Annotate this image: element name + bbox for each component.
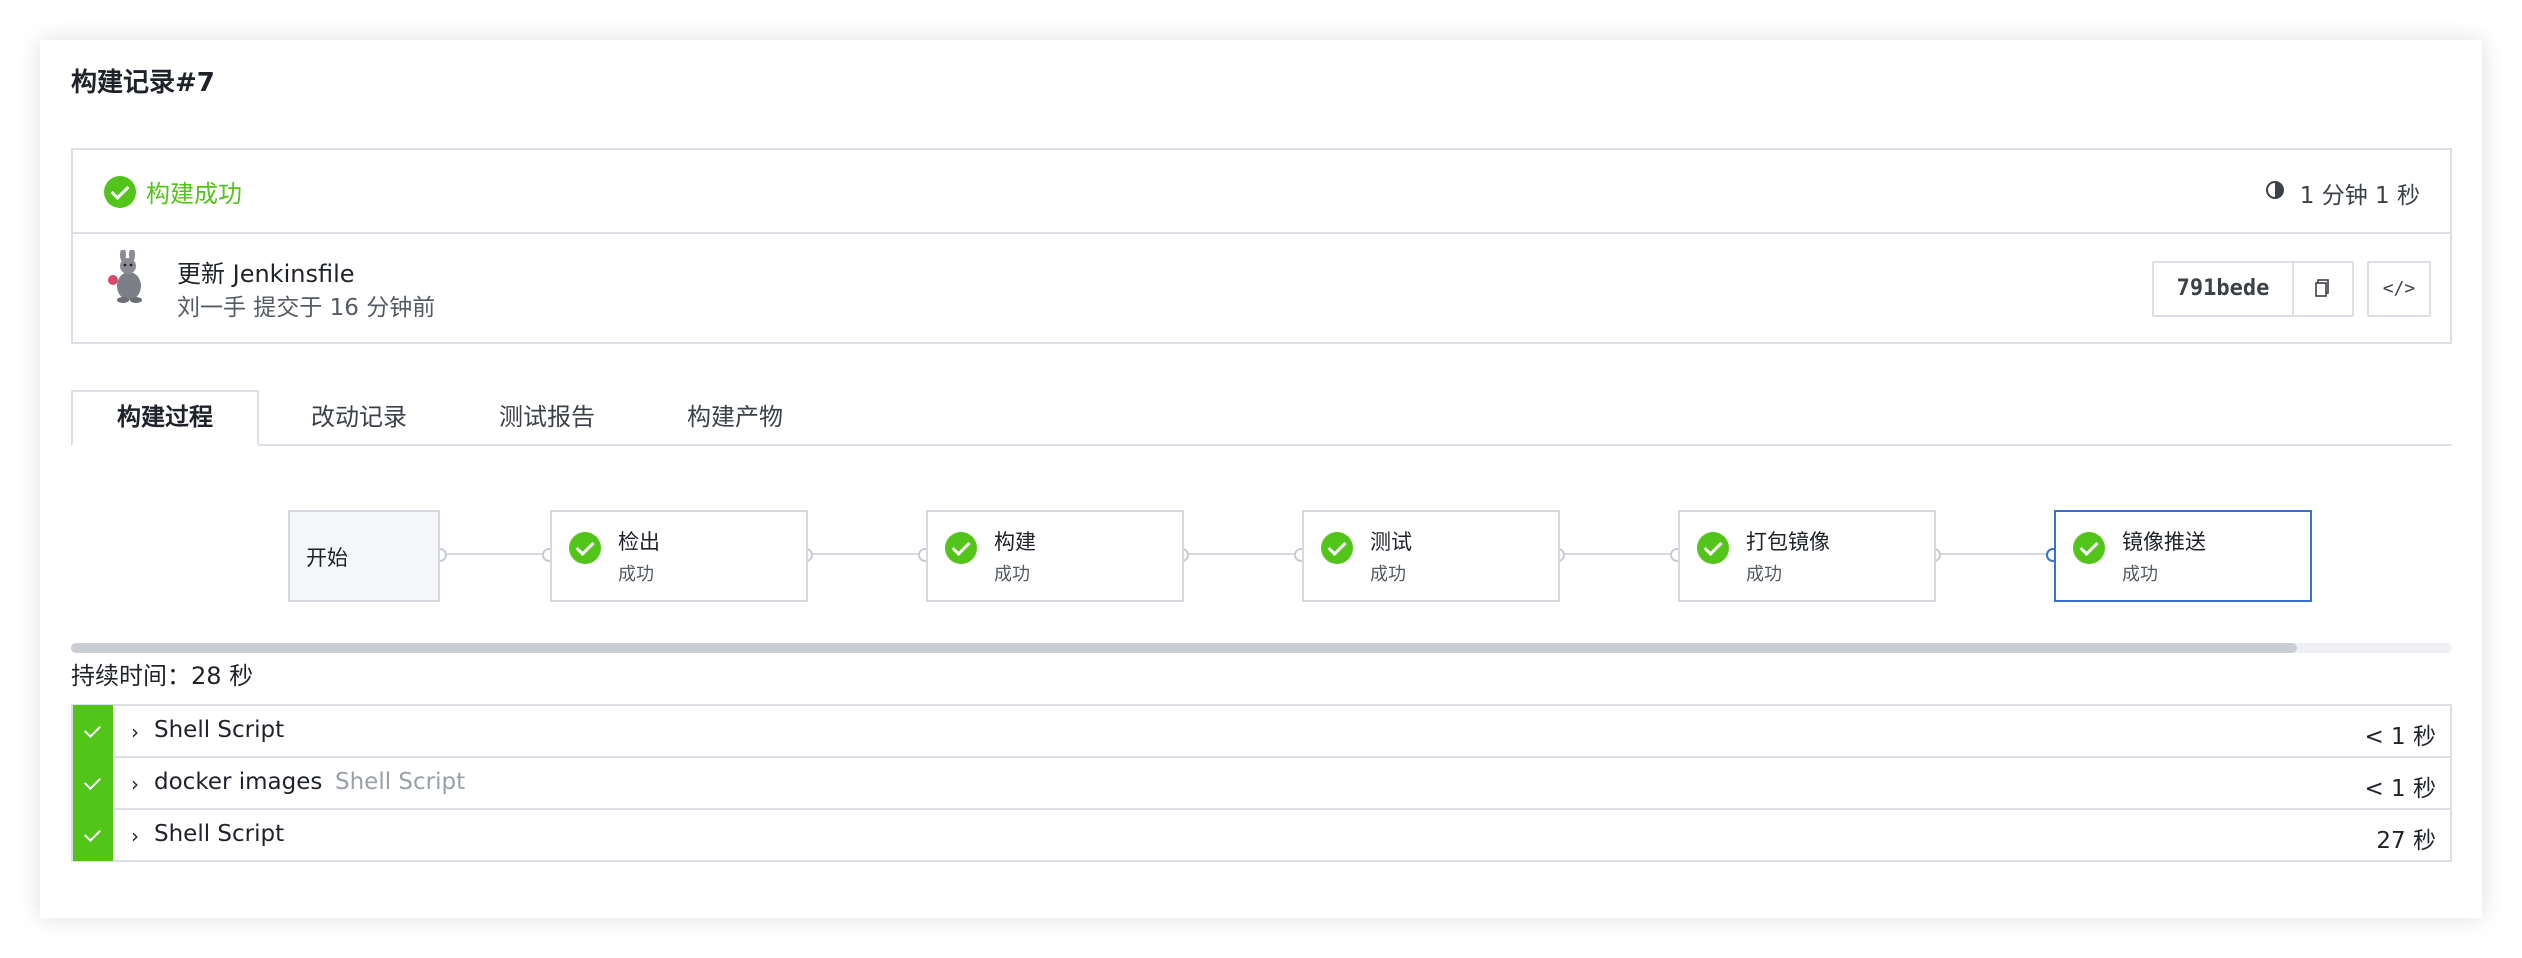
copy-sha-button[interactable] [2294, 263, 2352, 315]
chevron-right-icon: › [131, 772, 139, 796]
stage-status: 成功 [2122, 564, 2158, 585]
chevron-right-icon: › [131, 720, 139, 744]
stage-start[interactable]: 开始 [288, 510, 440, 602]
check-circle-icon [1697, 532, 1729, 564]
view-code-button[interactable]: </> [2367, 261, 2431, 317]
stage-name: 镜像推送 [2122, 530, 2206, 554]
stage-checkout[interactable]: 检出 成功 [550, 510, 808, 602]
build-tabs: 构建过程 改动记录 测试报告 构建产物 [71, 390, 2452, 446]
step-time: 27 秒 [2376, 828, 2436, 854]
clock-icon [2266, 181, 2284, 199]
stage-start-label: 开始 [306, 546, 348, 570]
step-row[interactable]: › Shell Script < 1 秒 [73, 705, 2450, 758]
pipeline-connector [1182, 553, 1302, 555]
tab-changes[interactable]: 改动记录 [295, 390, 423, 444]
step-name: Shell Script [154, 821, 285, 847]
rabbit-avatar [108, 250, 142, 303]
pipeline-scrollbar[interactable] [71, 643, 2452, 653]
stage-name: 测试 [1370, 530, 1412, 554]
step-time: < 1 秒 [2364, 724, 2436, 750]
build-status-label: 构建成功 [146, 180, 242, 208]
check-circle-icon [945, 532, 977, 564]
step-success-icon [73, 705, 113, 757]
step-success-icon [73, 809, 113, 861]
step-type: Shell Script [335, 769, 466, 795]
page-title: 构建记录#7 [71, 68, 215, 98]
stage-test[interactable]: 测试 成功 [1302, 510, 1560, 602]
step-row[interactable]: › Shell Script 27 秒 [73, 809, 2450, 861]
step-success-icon [73, 757, 113, 809]
stage-push-image[interactable]: 镜像推送 成功 [2054, 510, 2312, 602]
tab-build-process[interactable]: 构建过程 [71, 390, 259, 446]
stage-name: 检出 [618, 530, 660, 554]
step-name: docker images [154, 769, 323, 795]
stage-status: 成功 [1746, 564, 1782, 585]
tab-artifacts[interactable]: 构建产物 [671, 390, 799, 444]
stage-build[interactable]: 构建 成功 [926, 510, 1184, 602]
commit-sha-group: 791bede [2152, 261, 2354, 317]
pipeline-connector [806, 553, 926, 555]
pipeline-connector [1934, 553, 2054, 555]
stage-status: 成功 [1370, 564, 1406, 585]
build-record-card: 构建记录#7 构建成功 1 分钟 1 秒 更新 Jenkinsfile 刘一手 … [40, 40, 2482, 918]
commit-sha: 791bede [2154, 263, 2294, 315]
check-circle-icon [2073, 532, 2105, 564]
copy-icon [2315, 279, 2329, 297]
pipeline-connector [1558, 553, 1678, 555]
tab-test-report[interactable]: 测试报告 [483, 390, 611, 444]
step-list: › Shell Script < 1 秒 › docker images She… [71, 704, 2452, 862]
stage-status: 成功 [994, 564, 1030, 585]
scrollbar-thumb[interactable] [71, 643, 2297, 653]
stage-duration: 持续时间：28 秒 [71, 662, 254, 690]
build-duration: 1 分钟 1 秒 [2299, 183, 2420, 209]
step-row[interactable]: › docker images Shell Script < 1 秒 [73, 757, 2450, 810]
stage-name: 构建 [994, 530, 1036, 554]
pipeline-connector [440, 553, 550, 555]
code-icon: </> [2382, 278, 2416, 299]
chevron-right-icon: › [131, 824, 139, 848]
commit-message: 更新 Jenkinsfile [177, 260, 355, 288]
step-name: Shell Script [154, 717, 285, 743]
check-circle-icon [104, 176, 136, 208]
stage-package-image[interactable]: 打包镜像 成功 [1678, 510, 1936, 602]
build-summary: 构建成功 1 分钟 1 秒 更新 Jenkinsfile 刘一手 提交于 16 … [71, 148, 2452, 344]
step-time: < 1 秒 [2364, 776, 2436, 802]
stage-status: 成功 [618, 564, 654, 585]
stage-name: 打包镜像 [1746, 530, 1830, 554]
commit-meta: 刘一手 提交于 16 分钟前 [177, 295, 436, 321]
check-circle-icon [569, 532, 601, 564]
build-status-row: 构建成功 1 分钟 1 秒 [73, 150, 2450, 234]
check-circle-icon [1321, 532, 1353, 564]
